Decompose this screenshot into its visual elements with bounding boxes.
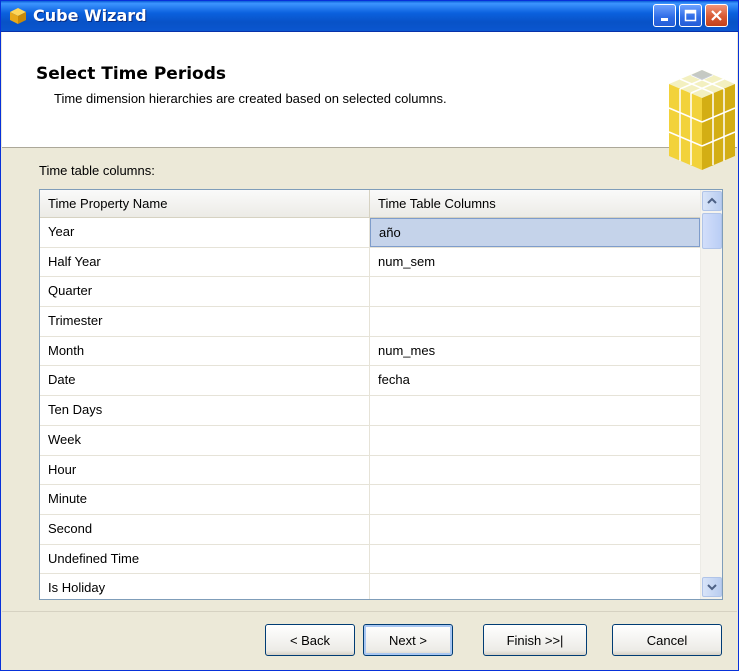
table-row[interactable]: Minute	[40, 485, 700, 515]
table-row[interactable]: Is Holiday	[40, 574, 700, 599]
time-columns-grid: Time Property Name Time Table Columns Ye…	[39, 189, 723, 600]
time-column-cell[interactable]	[370, 574, 700, 599]
table-row[interactable]: Undefined Time	[40, 544, 700, 575]
page-title: Select Time Periods	[36, 64, 227, 84]
minimize-button[interactable]	[653, 4, 676, 27]
scroll-down-button[interactable]	[702, 577, 722, 597]
page-subtitle: Time dimension hierarchies are created b…	[54, 91, 447, 106]
scroll-up-icon	[707, 197, 717, 204]
footer-divider	[2, 611, 737, 612]
table-row[interactable]: Year año	[40, 218, 700, 248]
time-column-cell[interactable]	[370, 515, 700, 544]
finish-button[interactable]: Finish >>|	[483, 624, 587, 656]
time-column-cell[interactable]: num_mes	[370, 337, 700, 366]
table-row[interactable]: Date fecha	[40, 366, 700, 397]
close-icon	[711, 10, 722, 21]
time-property-cell[interactable]: Month	[40, 336, 370, 366]
maximize-icon	[684, 9, 697, 22]
table-row[interactable]: Hour	[40, 455, 700, 486]
cube-icon	[10, 8, 26, 24]
time-property-cell[interactable]: Ten Days	[40, 396, 370, 425]
time-property-cell[interactable]: Is Holiday	[40, 574, 370, 599]
cancel-button[interactable]: Cancel	[612, 624, 722, 656]
scroll-thumb[interactable]	[702, 213, 722, 249]
scroll-down-icon	[707, 584, 717, 591]
table-row[interactable]: Month num_mes	[40, 336, 700, 367]
table-row[interactable]: Half Year num_sem	[40, 247, 700, 278]
time-column-cell[interactable]	[370, 545, 700, 574]
time-table-columns-label: Time table columns:	[39, 163, 155, 178]
time-property-cell[interactable]: Week	[40, 425, 370, 455]
table-row[interactable]: Trimester	[40, 307, 700, 337]
maximize-button[interactable]	[679, 4, 702, 27]
table-row[interactable]: Quarter	[40, 277, 700, 308]
time-column-cell[interactable]: fecha	[370, 366, 700, 395]
column-header-property[interactable]: Time Property Name	[40, 190, 370, 217]
time-property-cell[interactable]: Undefined Time	[40, 544, 370, 574]
table-row[interactable]: Second	[40, 514, 700, 545]
time-column-cell[interactable]: num_sem	[370, 248, 700, 277]
close-button[interactable]	[705, 4, 728, 27]
time-property-cell[interactable]: Hour	[40, 455, 370, 485]
cube-graphic-icon	[668, 70, 736, 170]
wizard-header: Select Time Periods Time dimension hiera…	[2, 32, 737, 170]
cube-wizard-window: Cube Wizard Select Time Periods Time dim…	[0, 0, 739, 671]
column-header-table-column[interactable]: Time Table Columns	[370, 190, 700, 217]
time-property-cell[interactable]: Quarter	[40, 277, 370, 307]
time-column-cell[interactable]	[370, 277, 700, 306]
time-property-cell[interactable]: Year	[40, 218, 370, 247]
table-row[interactable]: Week	[40, 425, 700, 456]
time-property-cell[interactable]: Trimester	[40, 307, 370, 336]
time-column-cell[interactable]	[370, 485, 700, 514]
minimize-icon	[660, 17, 668, 21]
time-column-cell[interactable]	[370, 307, 700, 336]
title-bar[interactable]: Cube Wizard	[1, 1, 738, 32]
time-property-cell[interactable]: Second	[40, 514, 370, 544]
time-property-cell[interactable]: Half Year	[40, 247, 370, 277]
back-button[interactable]: < Back	[265, 624, 355, 656]
time-column-cell[interactable]	[370, 426, 700, 455]
window-title: Cube Wizard	[33, 6, 147, 25]
time-column-cell[interactable]: año	[370, 218, 700, 247]
time-column-cell[interactable]	[370, 396, 700, 425]
vertical-scrollbar[interactable]	[700, 190, 722, 599]
time-property-cell[interactable]: Date	[40, 366, 370, 396]
grid-rows: Year año Half Year num_sem Quarter Trime…	[40, 218, 700, 599]
table-row[interactable]: Ten Days	[40, 396, 700, 426]
time-column-cell[interactable]	[370, 456, 700, 485]
next-button[interactable]: Next >	[363, 624, 453, 656]
grid-header: Time Property Name Time Table Columns	[40, 190, 700, 218]
time-property-cell[interactable]: Minute	[40, 485, 370, 514]
scroll-up-button[interactable]	[702, 191, 722, 211]
